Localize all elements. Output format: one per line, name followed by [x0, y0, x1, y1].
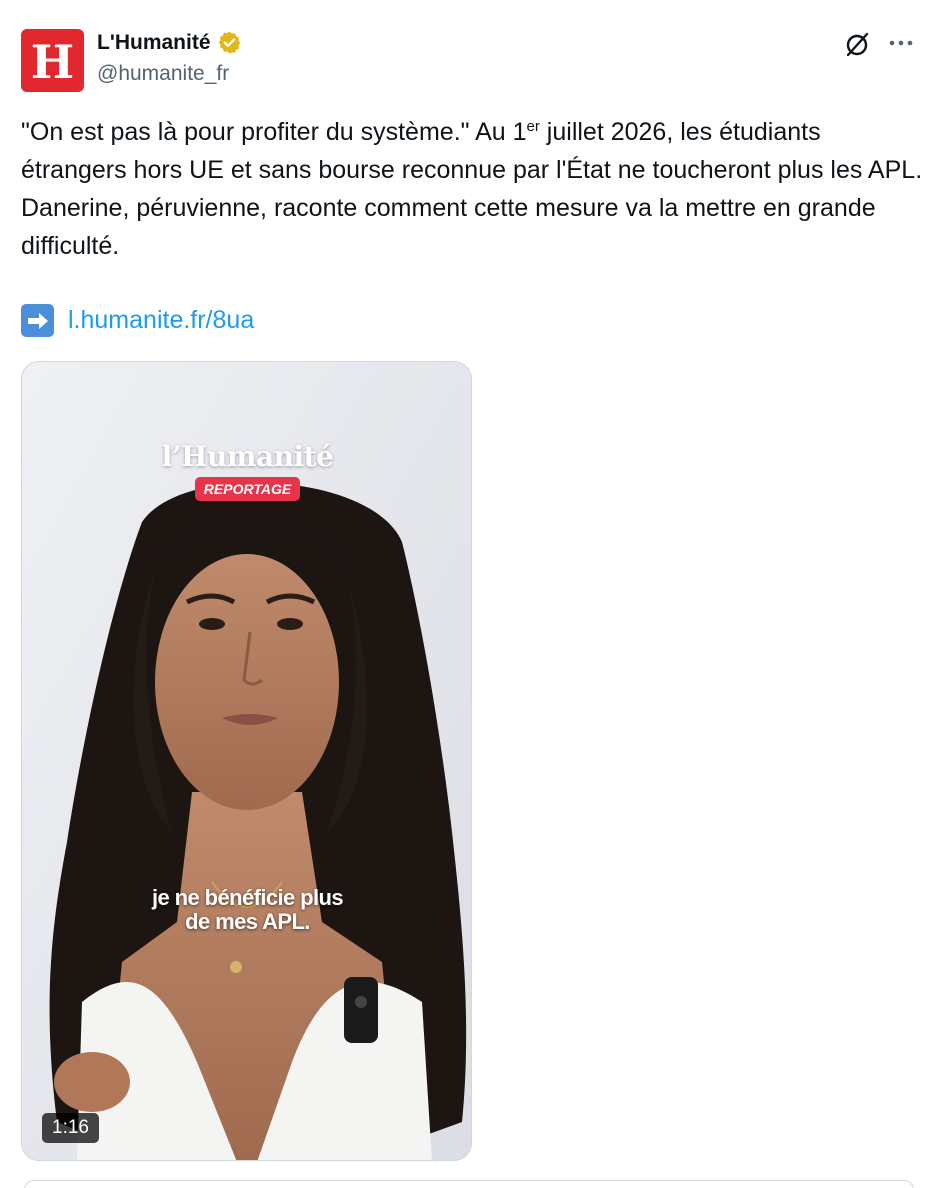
video-duration-badge: 1:16: [42, 1113, 99, 1143]
tweet-link[interactable]: l.humanite.fr/8ua: [68, 306, 254, 335]
video-caption: je ne bénéficie plus de mes APL.: [22, 885, 471, 934]
video-caption-line-2: de mes APL.: [185, 909, 310, 934]
author-name-row: L'Humanité: [97, 30, 242, 55]
tweet-page: H L'Humanité @humanite_fr "On est pas là…: [0, 0, 950, 1188]
right-arrow-icon: [21, 304, 54, 337]
video-player[interactable]: l’Humanité REPORTAGE je ne bénéficie plu…: [21, 361, 472, 1161]
next-card-edge: [24, 1180, 914, 1188]
link-row: l.humanite.fr/8ua: [21, 304, 254, 337]
verified-badge-icon: [218, 31, 240, 54]
avatar-letter: H: [30, 34, 75, 89]
tweet-text-superscript: er: [526, 118, 540, 135]
grok-icon[interactable]: [843, 30, 871, 58]
video-tag-badge: REPORTAGE: [195, 477, 300, 501]
tweet-text-part1: "On est pas là pour profiter du système.…: [21, 118, 527, 146]
video-caption-line-1: je ne bénéficie plus: [152, 885, 344, 910]
tweet-text: "On est pas là pour profiter du système.…: [21, 113, 926, 265]
author-avatar[interactable]: H: [21, 29, 84, 92]
more-icon[interactable]: [888, 36, 914, 50]
author-handle[interactable]: @humanite_fr: [97, 62, 229, 86]
video-brand-overlay: l’Humanité: [161, 440, 334, 473]
author-display-name[interactable]: L'Humanité: [97, 31, 211, 55]
